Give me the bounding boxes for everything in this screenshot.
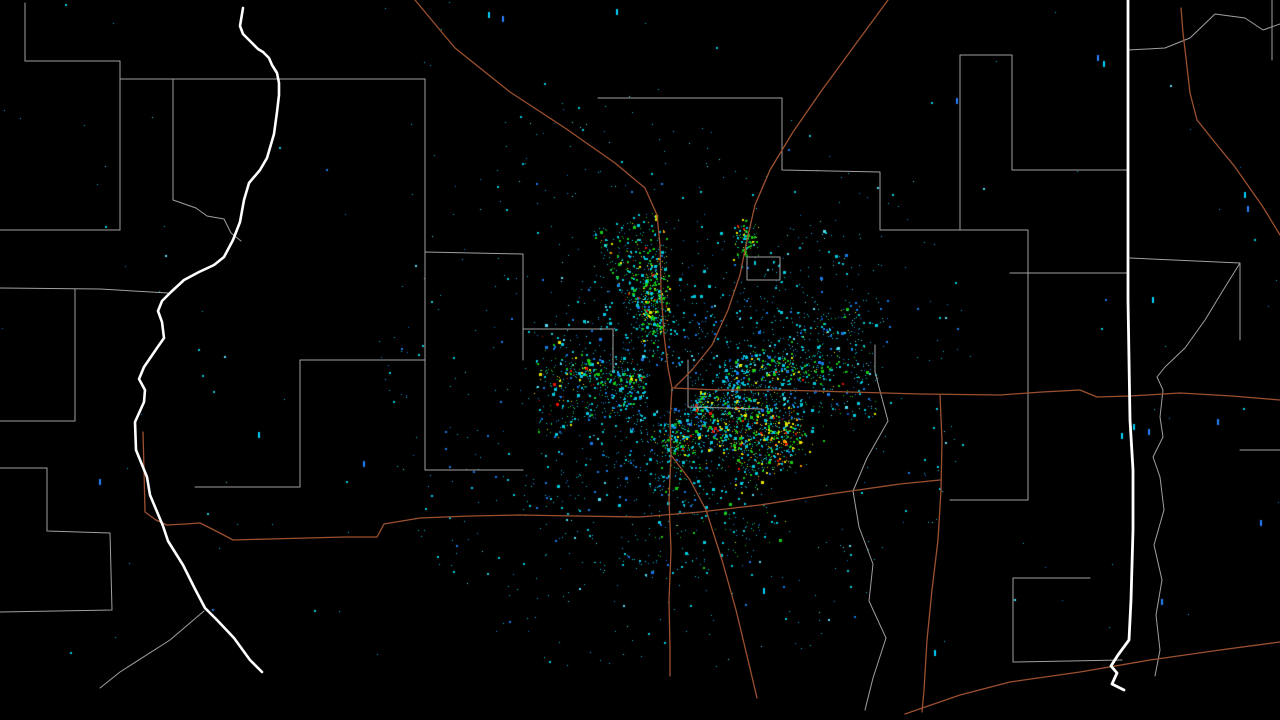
map-line-layer xyxy=(0,0,1280,715)
highway-line xyxy=(671,387,1280,401)
county-boundary-line xyxy=(852,344,889,711)
county-boundary-line xyxy=(1152,262,1241,677)
highway-line xyxy=(414,0,673,389)
county-boundary-line xyxy=(24,2,121,231)
county-boundary-line xyxy=(194,359,301,488)
highway-line xyxy=(904,641,1280,715)
county-boundary-line xyxy=(597,97,963,231)
radar-viewer: NIU KILX LONG RANGE BASE REFLECTIVITY (0… xyxy=(0,0,1280,720)
county-boundary-line xyxy=(1012,577,1123,663)
county-boundary-line xyxy=(99,610,205,689)
county-boundary-line xyxy=(961,229,1029,501)
county-boundary-line xyxy=(0,287,169,294)
county-boundary-line xyxy=(172,78,242,242)
highway-line xyxy=(1180,7,1280,236)
county-boundary-line xyxy=(0,288,76,422)
highway-line xyxy=(670,454,758,699)
county-boundary-line xyxy=(1127,13,1280,51)
highway-line xyxy=(668,387,673,677)
county-boundary-line xyxy=(424,251,524,361)
county-boundary-line xyxy=(746,256,781,281)
county-boundary-line xyxy=(687,359,763,410)
county-boundary-line xyxy=(959,54,1129,171)
highway-line xyxy=(921,394,943,713)
illinois-river-line xyxy=(133,6,281,674)
county-boundary-line xyxy=(522,328,614,373)
state-border-line xyxy=(1109,0,1135,692)
highway-line xyxy=(674,0,889,388)
county-boundary-line xyxy=(1129,257,1241,341)
county-boundary-line xyxy=(0,467,113,613)
highway-line xyxy=(142,431,941,541)
